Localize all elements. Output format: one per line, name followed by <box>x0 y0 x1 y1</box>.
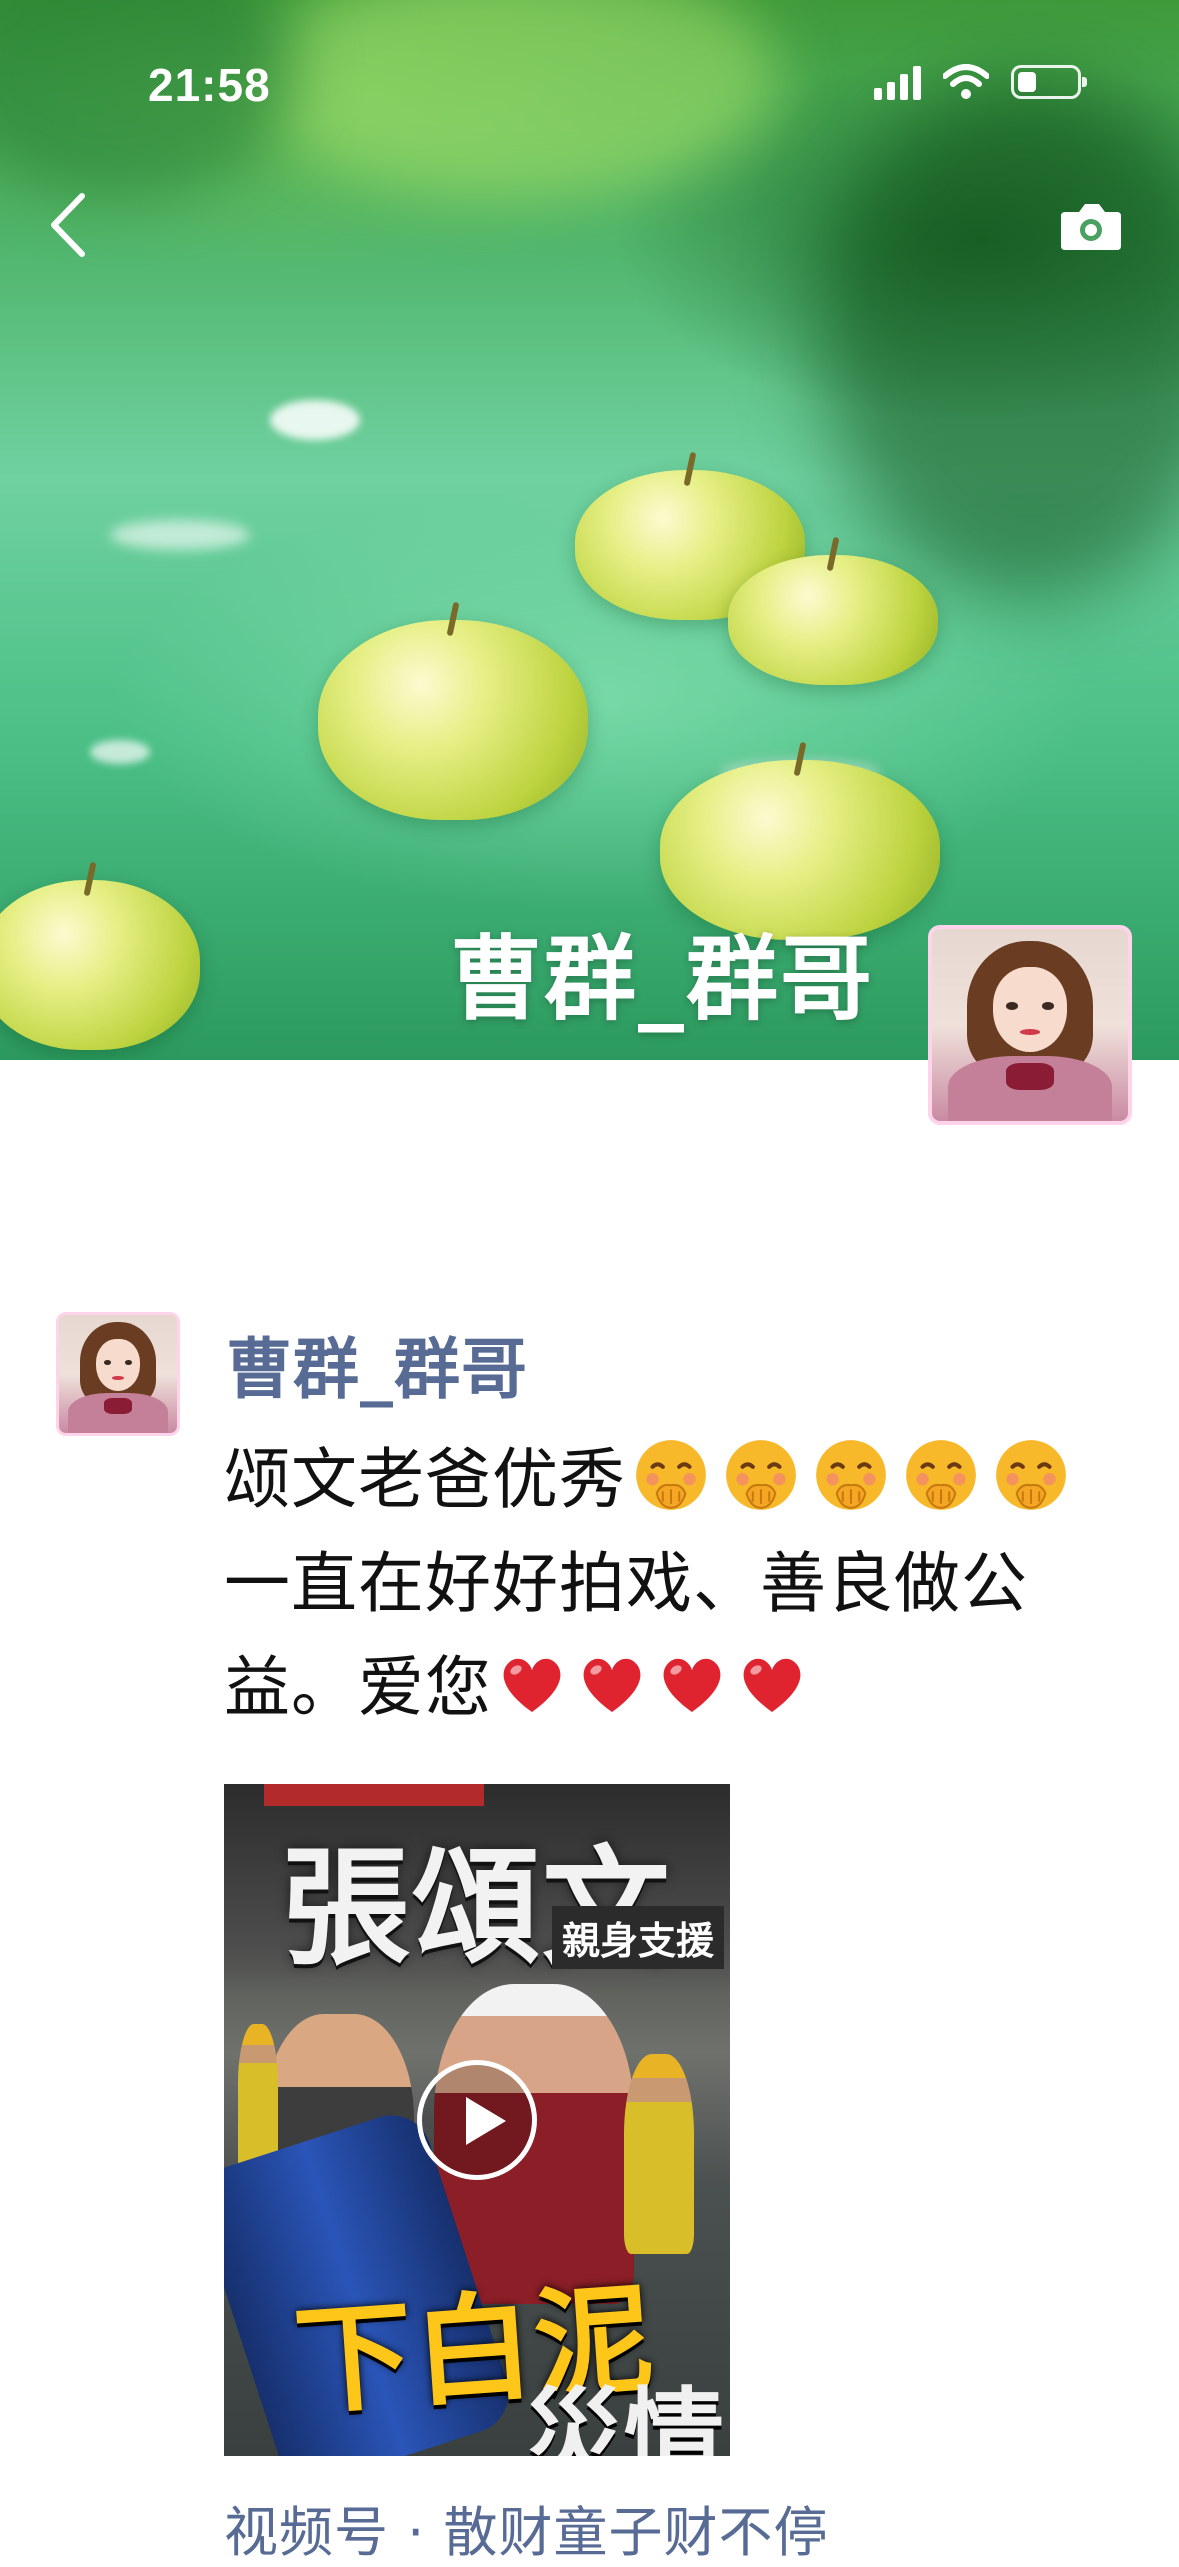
battery-icon <box>1011 65 1087 99</box>
back-chevron-icon[interactable] <box>44 190 94 260</box>
shushing-face-emoji-icon <box>816 1440 886 1510</box>
profile-avatar[interactable] <box>928 925 1132 1125</box>
shushing-face-emoji-icon <box>906 1440 976 1510</box>
play-icon[interactable] <box>417 2060 537 2180</box>
shush-emoji-group <box>626 1440 1076 1518</box>
red-heart-emoji-icon <box>663 1658 721 1712</box>
signal-icon <box>874 64 921 100</box>
cover-image[interactable]: 21:58 曹群_群哥 <box>0 0 1179 1060</box>
status-time: 21:58 <box>148 59 271 111</box>
red-heart-emoji-icon <box>583 1658 641 1712</box>
channel-link[interactable]: 视频号 · 散财童子财不停 <box>224 2488 829 2567</box>
camera-icon[interactable] <box>1059 200 1123 252</box>
video-thumbnail[interactable]: 張頌文 親身支援 下白泥 災情 <box>224 1784 730 2456</box>
video-caption-2: 災情 <box>524 2376 724 2456</box>
shushing-face-emoji-icon <box>726 1440 796 1510</box>
video-subtitle: 親身支援 <box>552 1906 725 1969</box>
red-heart-emoji-icon <box>743 1658 801 1712</box>
shushing-face-emoji-icon <box>636 1440 706 1510</box>
post-text: 颂文老爸优秀一直在好好拍戏、善良做公益。爱您 <box>224 1428 1104 1740</box>
wifi-icon <box>943 64 989 99</box>
red-heart-emoji-icon <box>503 1658 561 1712</box>
post-text-part-1: 颂文老爸优秀 <box>224 1441 626 1518</box>
shushing-face-emoji-icon <box>996 1440 1066 1510</box>
post-avatar[interactable] <box>56 1312 180 1436</box>
heart-emoji-group <box>492 1649 812 1726</box>
post-username[interactable]: 曹群_群哥 <box>226 1316 528 1412</box>
status-icons <box>874 64 1087 100</box>
cover-username: 曹群_群哥 <box>450 926 875 1033</box>
